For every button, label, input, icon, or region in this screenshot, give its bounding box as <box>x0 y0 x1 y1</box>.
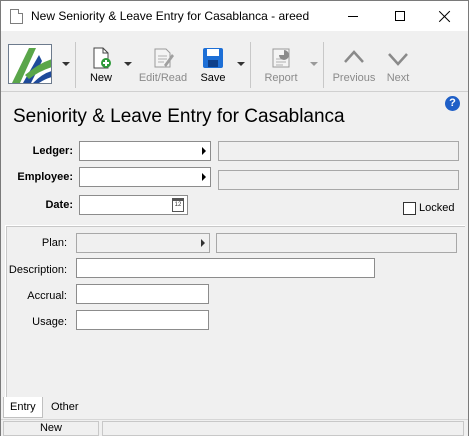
save-dropdown[interactable] <box>236 59 246 69</box>
ledger-description-field <box>218 141 459 161</box>
accrual-label: Accrual: <box>27 290 67 302</box>
edit-pencil-icon <box>154 48 174 68</box>
toolbar-separator <box>75 42 76 88</box>
toolbar-separator <box>250 42 251 88</box>
toolbar: New Edit/Read Save Report Previous Next <box>1 32 468 92</box>
usage-field[interactable] <box>76 310 209 330</box>
new-document-icon <box>93 47 111 69</box>
date-label: Date: <box>45 199 73 211</box>
plan-dropdown-arrow-icon <box>201 239 205 247</box>
new-button[interactable]: New <box>81 44 121 88</box>
previous-button-label: Previous <box>332 72 376 84</box>
edit-read-button[interactable]: Edit/Read <box>135 44 191 88</box>
save-button[interactable]: Save <box>195 44 231 88</box>
accrual-field[interactable] <box>76 284 209 304</box>
close-button[interactable] <box>422 1 468 31</box>
tab-entry[interactable]: Entry <box>3 397 43 418</box>
app-window: New Seniority & Leave Entry for Casablan… <box>0 0 469 436</box>
description-field[interactable] <box>76 258 375 278</box>
locked-checkbox[interactable] <box>403 202 416 215</box>
calendar-icon[interactable]: 12 <box>172 198 184 212</box>
report-button[interactable]: Report <box>259 44 303 88</box>
employee-label: Employee: <box>17 171 73 183</box>
toolbar-separator <box>323 42 324 88</box>
usage-label: Usage: <box>32 316 67 328</box>
ledger-combo[interactable] <box>79 141 211 161</box>
plan-combo[interactable] <box>76 233 210 253</box>
report-dropdown[interactable] <box>309 59 319 69</box>
employee-dropdown-arrow-icon <box>202 173 206 181</box>
save-floppy-icon <box>203 48 223 68</box>
logo-menu-dropdown[interactable] <box>61 59 71 69</box>
status-mode: New <box>3 421 99 436</box>
tab-strip: Entry Other <box>1 397 468 419</box>
document-app-icon <box>10 9 23 24</box>
form-area: Seniority & Leave Entry for Casablanca ?… <box>1 93 468 398</box>
title-bar: New Seniority & Leave Entry for Casablan… <box>1 1 468 31</box>
ledger-dropdown-arrow-icon <box>202 147 206 155</box>
maximize-button[interactable] <box>377 1 423 31</box>
employee-description-field <box>218 170 459 190</box>
chevron-up-icon <box>344 50 364 63</box>
ledger-label: Ledger: <box>32 145 73 157</box>
close-icon <box>439 10 451 22</box>
employee-combo[interactable] <box>79 167 211 187</box>
page-title: Seniority & Leave Entry for Casablanca <box>13 106 345 127</box>
status-bar: New <box>1 419 468 436</box>
maximize-icon <box>395 11 405 21</box>
app-logo-icon <box>12 48 51 83</box>
status-message-cell <box>102 421 464 436</box>
previous-button[interactable]: Previous <box>331 44 377 88</box>
app-logo-menu[interactable] <box>8 44 52 84</box>
date-field[interactable]: 12 <box>79 195 188 215</box>
save-button-label: Save <box>200 72 226 84</box>
window-title: New Seniority & Leave Entry for Casablan… <box>31 9 310 23</box>
help-icon[interactable]: ? <box>445 96 460 111</box>
plan-description-field <box>216 233 457 253</box>
plan-label: Plan: <box>41 237 67 249</box>
new-dropdown[interactable] <box>123 59 133 69</box>
description-label: Description: <box>8 264 67 276</box>
chevron-down-icon <box>388 53 408 66</box>
minimize-icon <box>348 15 358 17</box>
report-chart-icon <box>272 48 290 68</box>
next-button[interactable]: Next <box>379 44 417 88</box>
tab-other[interactable]: Other <box>45 397 87 418</box>
locked-label: Locked <box>419 202 455 214</box>
new-button-label: New <box>89 72 112 84</box>
minimize-button[interactable] <box>330 1 376 31</box>
next-button-label: Next <box>386 72 410 84</box>
edit-read-label: Edit/Read <box>138 72 188 84</box>
report-button-label: Report <box>264 72 298 84</box>
